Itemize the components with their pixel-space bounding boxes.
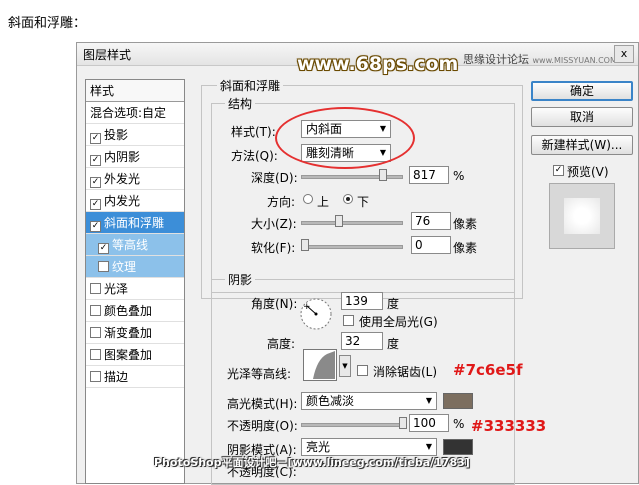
bottom-watermark: PhotoShop平面设计吧－[www.lineeg.com/tieba/178…: [154, 456, 470, 469]
soften-unit: 像素: [453, 241, 478, 255]
antialias-checkbox[interactable]: [357, 365, 368, 376]
bevel-group-label: 斜面和浮雕: [217, 77, 284, 94]
angle-dial[interactable]: +: [299, 297, 333, 331]
checkbox[interactable]: [90, 349, 101, 360]
style-item-contour[interactable]: ✓ 等高线: [86, 234, 184, 256]
global-light-checkbox[interactable]: [343, 315, 354, 326]
direction-up-radio[interactable]: [303, 194, 313, 204]
shadow-color-annotation: #333333: [471, 417, 547, 435]
checkbox[interactable]: [90, 305, 101, 316]
method-label: 方法(Q):: [231, 149, 278, 163]
highlight-color-swatch[interactable]: [443, 393, 473, 409]
style-item-bevel-emboss[interactable]: ✓ 斜面和浮雕: [86, 212, 184, 234]
depth-slider-thumb[interactable]: [379, 169, 387, 181]
layer-style-dialog: 图层样式 思缘设计论坛 www.MISSYUAN.COM x www.68ps.…: [76, 42, 639, 485]
preview-checkbox[interactable]: ✓: [553, 165, 564, 176]
highlight-opacity-label: 不透明度(O):: [227, 419, 298, 433]
highlight-mode-label: 高光模式(H):: [227, 397, 298, 411]
dialog-title: 图层样式: [83, 48, 132, 62]
style-item-blending[interactable]: 混合选项:自定: [86, 102, 184, 124]
depth-slider-track[interactable]: [301, 175, 403, 179]
soften-slider-thumb[interactable]: [301, 239, 309, 251]
site-logo-watermark: www.68ps.com: [297, 53, 459, 75]
soften-input[interactable]: 0: [411, 236, 451, 254]
checkbox[interactable]: [90, 371, 101, 382]
gloss-contour-preview[interactable]: [303, 349, 337, 381]
chevron-down-icon: ▼: [425, 442, 432, 451]
highlight-ellipse: [275, 107, 415, 169]
size-slider-thumb[interactable]: [335, 215, 343, 227]
checkbox[interactable]: [90, 283, 101, 294]
direction-up-label: 上: [317, 195, 330, 209]
preview-thumbnail: [549, 183, 615, 249]
checkbox[interactable]: ✓: [90, 221, 101, 232]
page-heading: 斜面和浮雕：: [8, 16, 87, 31]
size-slider-track[interactable]: [301, 221, 403, 225]
new-style-button[interactable]: 新建样式(W)...: [531, 135, 633, 155]
style-item-color-overlay[interactable]: 颜色叠加: [86, 300, 184, 322]
checkbox[interactable]: [98, 261, 109, 272]
style-label: 样式(T):: [231, 125, 276, 139]
angle-label: 角度(N):: [251, 297, 298, 311]
checkbox[interactable]: ✓: [90, 133, 101, 144]
style-item-inner-shadow[interactable]: ✓ 内阴影: [86, 146, 184, 168]
checkbox[interactable]: [90, 327, 101, 338]
close-button[interactable]: x: [614, 45, 634, 63]
depth-input[interactable]: 817: [409, 166, 449, 184]
cancel-button[interactable]: 取消: [531, 107, 633, 127]
direction-label: 方向:: [267, 195, 296, 209]
size-label: 大小(Z):: [251, 217, 297, 231]
size-input[interactable]: 76: [411, 212, 451, 230]
angle-input[interactable]: 139: [341, 292, 383, 310]
altitude-label: 高度:: [267, 337, 296, 351]
style-item-stroke[interactable]: 描边: [86, 366, 184, 388]
style-item-texture[interactable]: 纹理: [86, 256, 184, 278]
preview-label: 预览(V): [567, 165, 609, 179]
style-item-inner-glow[interactable]: ✓ 内发光: [86, 190, 184, 212]
highlight-opacity-thumb[interactable]: [399, 417, 407, 429]
highlight-opacity-input[interactable]: 100: [409, 414, 449, 432]
altitude-input[interactable]: 32: [341, 332, 383, 350]
checkbox[interactable]: ✓: [90, 177, 101, 188]
style-list: 样式 混合选项:自定 ✓ 投影 ✓ 内阴影 ✓ 外发光 ✓ 内发光 ✓ 斜面和浮雕 ✓ 等高…: [85, 79, 185, 484]
direction-down-label: 下: [357, 195, 370, 209]
soften-slider-track[interactable]: [301, 245, 403, 249]
direction-down-radio[interactable]: [343, 194, 353, 204]
style-item-satin[interactable]: 光泽: [86, 278, 184, 300]
checkbox[interactable]: ✓: [90, 199, 101, 210]
style-list-header[interactable]: 样式: [86, 80, 184, 102]
size-unit: 像素: [453, 217, 478, 231]
highlight-opacity-track[interactable]: [301, 423, 407, 427]
chevron-down-icon: ▼: [425, 396, 432, 405]
shadow-color-swatch[interactable]: [443, 439, 473, 455]
shading-label: 阴影: [225, 271, 256, 288]
highlight-color-annotation: #7c6e5f: [453, 361, 523, 379]
style-item-drop-shadow[interactable]: ✓ 投影: [86, 124, 184, 146]
highlight-opacity-unit: %: [453, 417, 465, 431]
altitude-unit: 度: [387, 337, 400, 351]
depth-unit: %: [453, 169, 465, 183]
structure-label: 结构: [225, 95, 256, 112]
style-item-outer-glow[interactable]: ✓ 外发光: [86, 168, 184, 190]
svg-text:+: +: [303, 302, 311, 312]
site-watermark: 思缘设计论坛 www.MISSYUAN.COM: [463, 53, 617, 66]
antialias-label: 消除锯齿(L): [373, 365, 438, 379]
style-item-gradient-overlay[interactable]: 渐变叠加: [86, 322, 184, 344]
checkbox[interactable]: ✓: [98, 243, 109, 254]
gloss-contour-label: 光泽等高线:: [227, 367, 292, 381]
chevron-down-icon[interactable]: ▼: [339, 355, 351, 377]
angle-unit: 度: [387, 297, 400, 311]
soften-label: 软化(F):: [251, 241, 296, 255]
style-item-pattern-overlay[interactable]: 图案叠加: [86, 344, 184, 366]
highlight-mode-select[interactable]: 颜色减淡 ▼: [301, 392, 437, 410]
global-light-label: 使用全局光(G): [359, 315, 438, 329]
ok-button[interactable]: 确定: [531, 81, 633, 101]
depth-label: 深度(D):: [251, 171, 298, 185]
checkbox[interactable]: ✓: [90, 155, 101, 166]
